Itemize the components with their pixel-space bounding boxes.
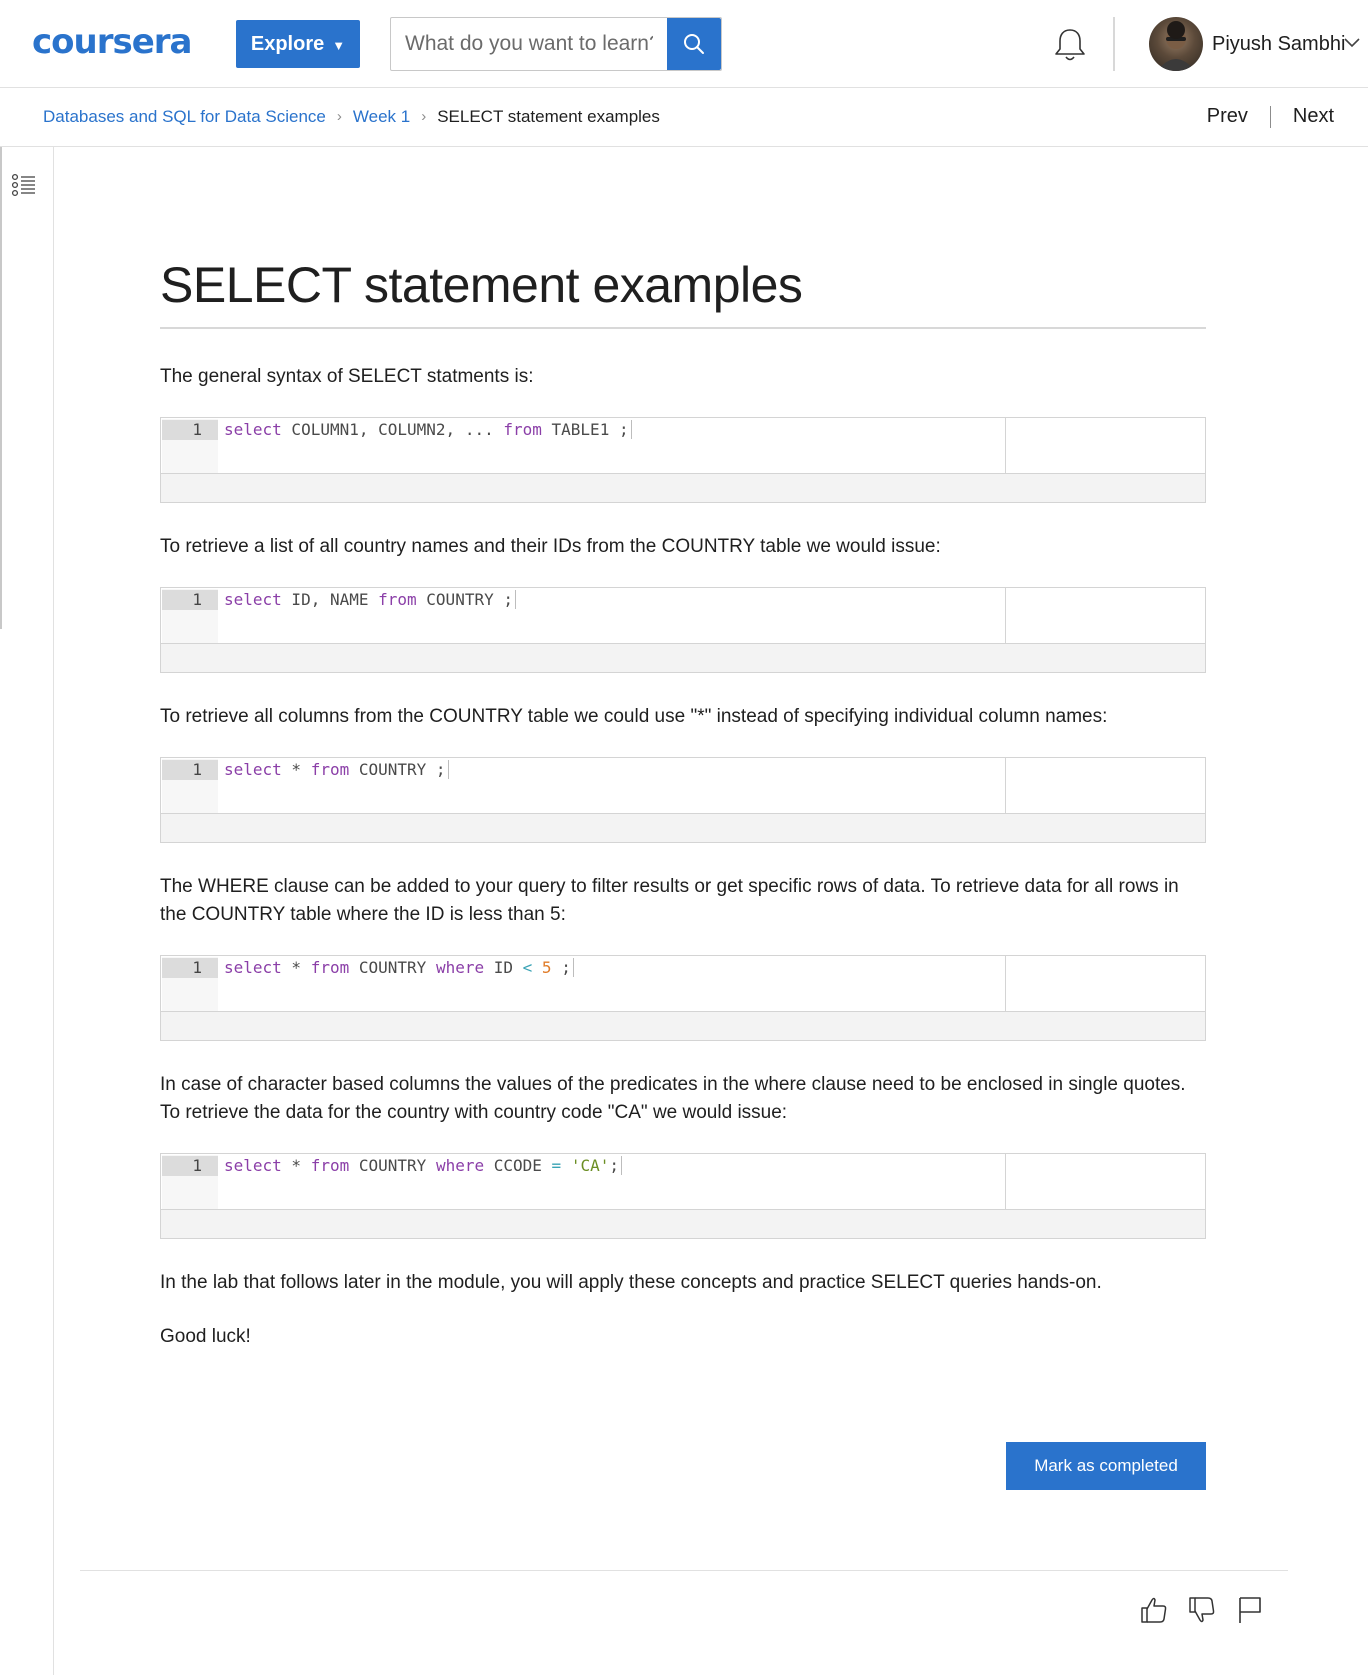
line-gutter: 1 bbox=[162, 419, 218, 473]
code-editor[interactable]: 1 select * from COUNTRY ; bbox=[161, 758, 1006, 814]
code-output-pane bbox=[1006, 956, 1205, 1012]
footer-divider bbox=[80, 1570, 1288, 1571]
breadcrumb-course-link[interactable]: Databases and SQL for Data Science bbox=[43, 106, 326, 128]
coursera-logo[interactable]: coursera bbox=[32, 22, 192, 62]
code-block[interactable]: 1 select COLUMN1, COLUMN2, ... from TABL… bbox=[160, 417, 1206, 503]
breadcrumb: Databases and SQL for Data Science › Wee… bbox=[43, 106, 660, 128]
flag-icon[interactable] bbox=[1234, 1594, 1266, 1626]
avatar[interactable] bbox=[1149, 17, 1203, 71]
avatar-photo bbox=[1157, 21, 1195, 71]
course-outline-sidebar bbox=[0, 147, 54, 1675]
explore-button[interactable]: Explore ▼ bbox=[236, 20, 360, 68]
code-output-pane bbox=[1006, 758, 1205, 814]
chevron-right-icon: › bbox=[421, 108, 427, 125]
code-line: select * from COUNTRY where CCODE = 'CA'… bbox=[224, 1156, 622, 1176]
mark-as-completed-button[interactable]: Mark as completed bbox=[1006, 1442, 1206, 1490]
line-gutter: 1 bbox=[162, 957, 218, 1011]
line-number: 1 bbox=[162, 420, 218, 440]
paragraph-where-clause: The WHERE clause can be added to your qu… bbox=[160, 876, 1179, 925]
paragraph-character-columns: In case of character based columns the v… bbox=[160, 1074, 1186, 1123]
paragraph-syntax: The general syntax of SELECT statments i… bbox=[160, 366, 534, 387]
bell-icon[interactable] bbox=[1052, 26, 1088, 64]
line-number: 1 bbox=[162, 958, 218, 978]
paragraph-retrieve-all: To retrieve all columns from the COUNTRY… bbox=[160, 706, 1108, 727]
chevron-right-icon: › bbox=[336, 108, 342, 125]
thumbs-down-icon[interactable] bbox=[1186, 1594, 1218, 1626]
breadcrumb-week-link[interactable]: Week 1 bbox=[353, 106, 410, 128]
code-output-pane bbox=[1006, 1154, 1205, 1210]
search-icon bbox=[684, 34, 704, 54]
breadcrumb-bar: Databases and SQL for Data Science › Wee… bbox=[0, 88, 1368, 147]
explore-label: Explore bbox=[250, 32, 325, 55]
list-outline-icon[interactable] bbox=[11, 172, 37, 198]
top-header: coursera Explore ▼ Piyush Sambhi bbox=[0, 0, 1368, 88]
thumbs-up-icon[interactable] bbox=[1138, 1594, 1170, 1626]
code-line: select * from COUNTRY where ID < 5 ; bbox=[224, 958, 574, 978]
search-input[interactable] bbox=[391, 18, 667, 70]
line-gutter: 1 bbox=[162, 759, 218, 813]
code-line: select ID, NAME from COUNTRY ; bbox=[224, 590, 516, 610]
search-button[interactable] bbox=[667, 18, 721, 70]
code-editor[interactable]: 1 select * from COUNTRY where CCODE = 'C… bbox=[161, 1154, 1006, 1210]
search-box bbox=[390, 17, 722, 71]
line-gutter: 1 bbox=[162, 589, 218, 643]
code-output-pane bbox=[1006, 418, 1205, 474]
code-block[interactable]: 1 select ID, NAME from COUNTRY ; bbox=[160, 587, 1206, 673]
header-divider bbox=[1113, 17, 1115, 71]
code-block[interactable]: 1 select * from COUNTRY ; bbox=[160, 757, 1206, 843]
code-block[interactable]: 1 select * from COUNTRY where ID < 5 ; bbox=[160, 955, 1206, 1041]
paragraph-good-luck: Good luck! bbox=[160, 1326, 251, 1347]
code-editor[interactable]: 1 select * from COUNTRY where ID < 5 ; bbox=[161, 956, 1006, 1012]
line-number: 1 bbox=[162, 1156, 218, 1176]
paragraph-retrieve-names: To retrieve a list of all country names … bbox=[160, 536, 941, 557]
code-line: select * from COUNTRY ; bbox=[224, 760, 449, 780]
code-editor[interactable]: 1 select ID, NAME from COUNTRY ; bbox=[161, 588, 1006, 644]
paragraph-lab-note: In the lab that follows later in the mod… bbox=[160, 1272, 1102, 1293]
code-output-pane bbox=[1006, 588, 1205, 644]
code-editor[interactable]: 1 select COLUMN1, COLUMN2, ... from TABL… bbox=[161, 418, 1006, 474]
line-number: 1 bbox=[162, 590, 218, 610]
chevron-down-icon: ▼ bbox=[332, 37, 346, 53]
line-gutter: 1 bbox=[162, 1155, 218, 1209]
next-button[interactable]: Next bbox=[1293, 105, 1334, 128]
chevron-down-icon[interactable] bbox=[1343, 36, 1361, 50]
prev-next-divider bbox=[1269, 105, 1271, 128]
line-number: 1 bbox=[162, 760, 218, 780]
page-title: SELECT statement examples bbox=[160, 255, 1206, 329]
prev-button[interactable]: Prev bbox=[1207, 105, 1248, 128]
code-block[interactable]: 1 select * from COUNTRY where CCODE = 'C… bbox=[160, 1153, 1206, 1239]
item-navigation: Prev Next bbox=[1207, 105, 1334, 128]
reading-content: SELECT statement examples The general sy… bbox=[160, 147, 1206, 1351]
code-line: select COLUMN1, COLUMN2, ... from TABLE1… bbox=[224, 420, 632, 440]
user-name[interactable]: Piyush Sambhi bbox=[1212, 31, 1345, 57]
breadcrumb-current: SELECT statement examples bbox=[437, 107, 660, 126]
sidebar-scroll-indicator bbox=[0, 147, 2, 629]
